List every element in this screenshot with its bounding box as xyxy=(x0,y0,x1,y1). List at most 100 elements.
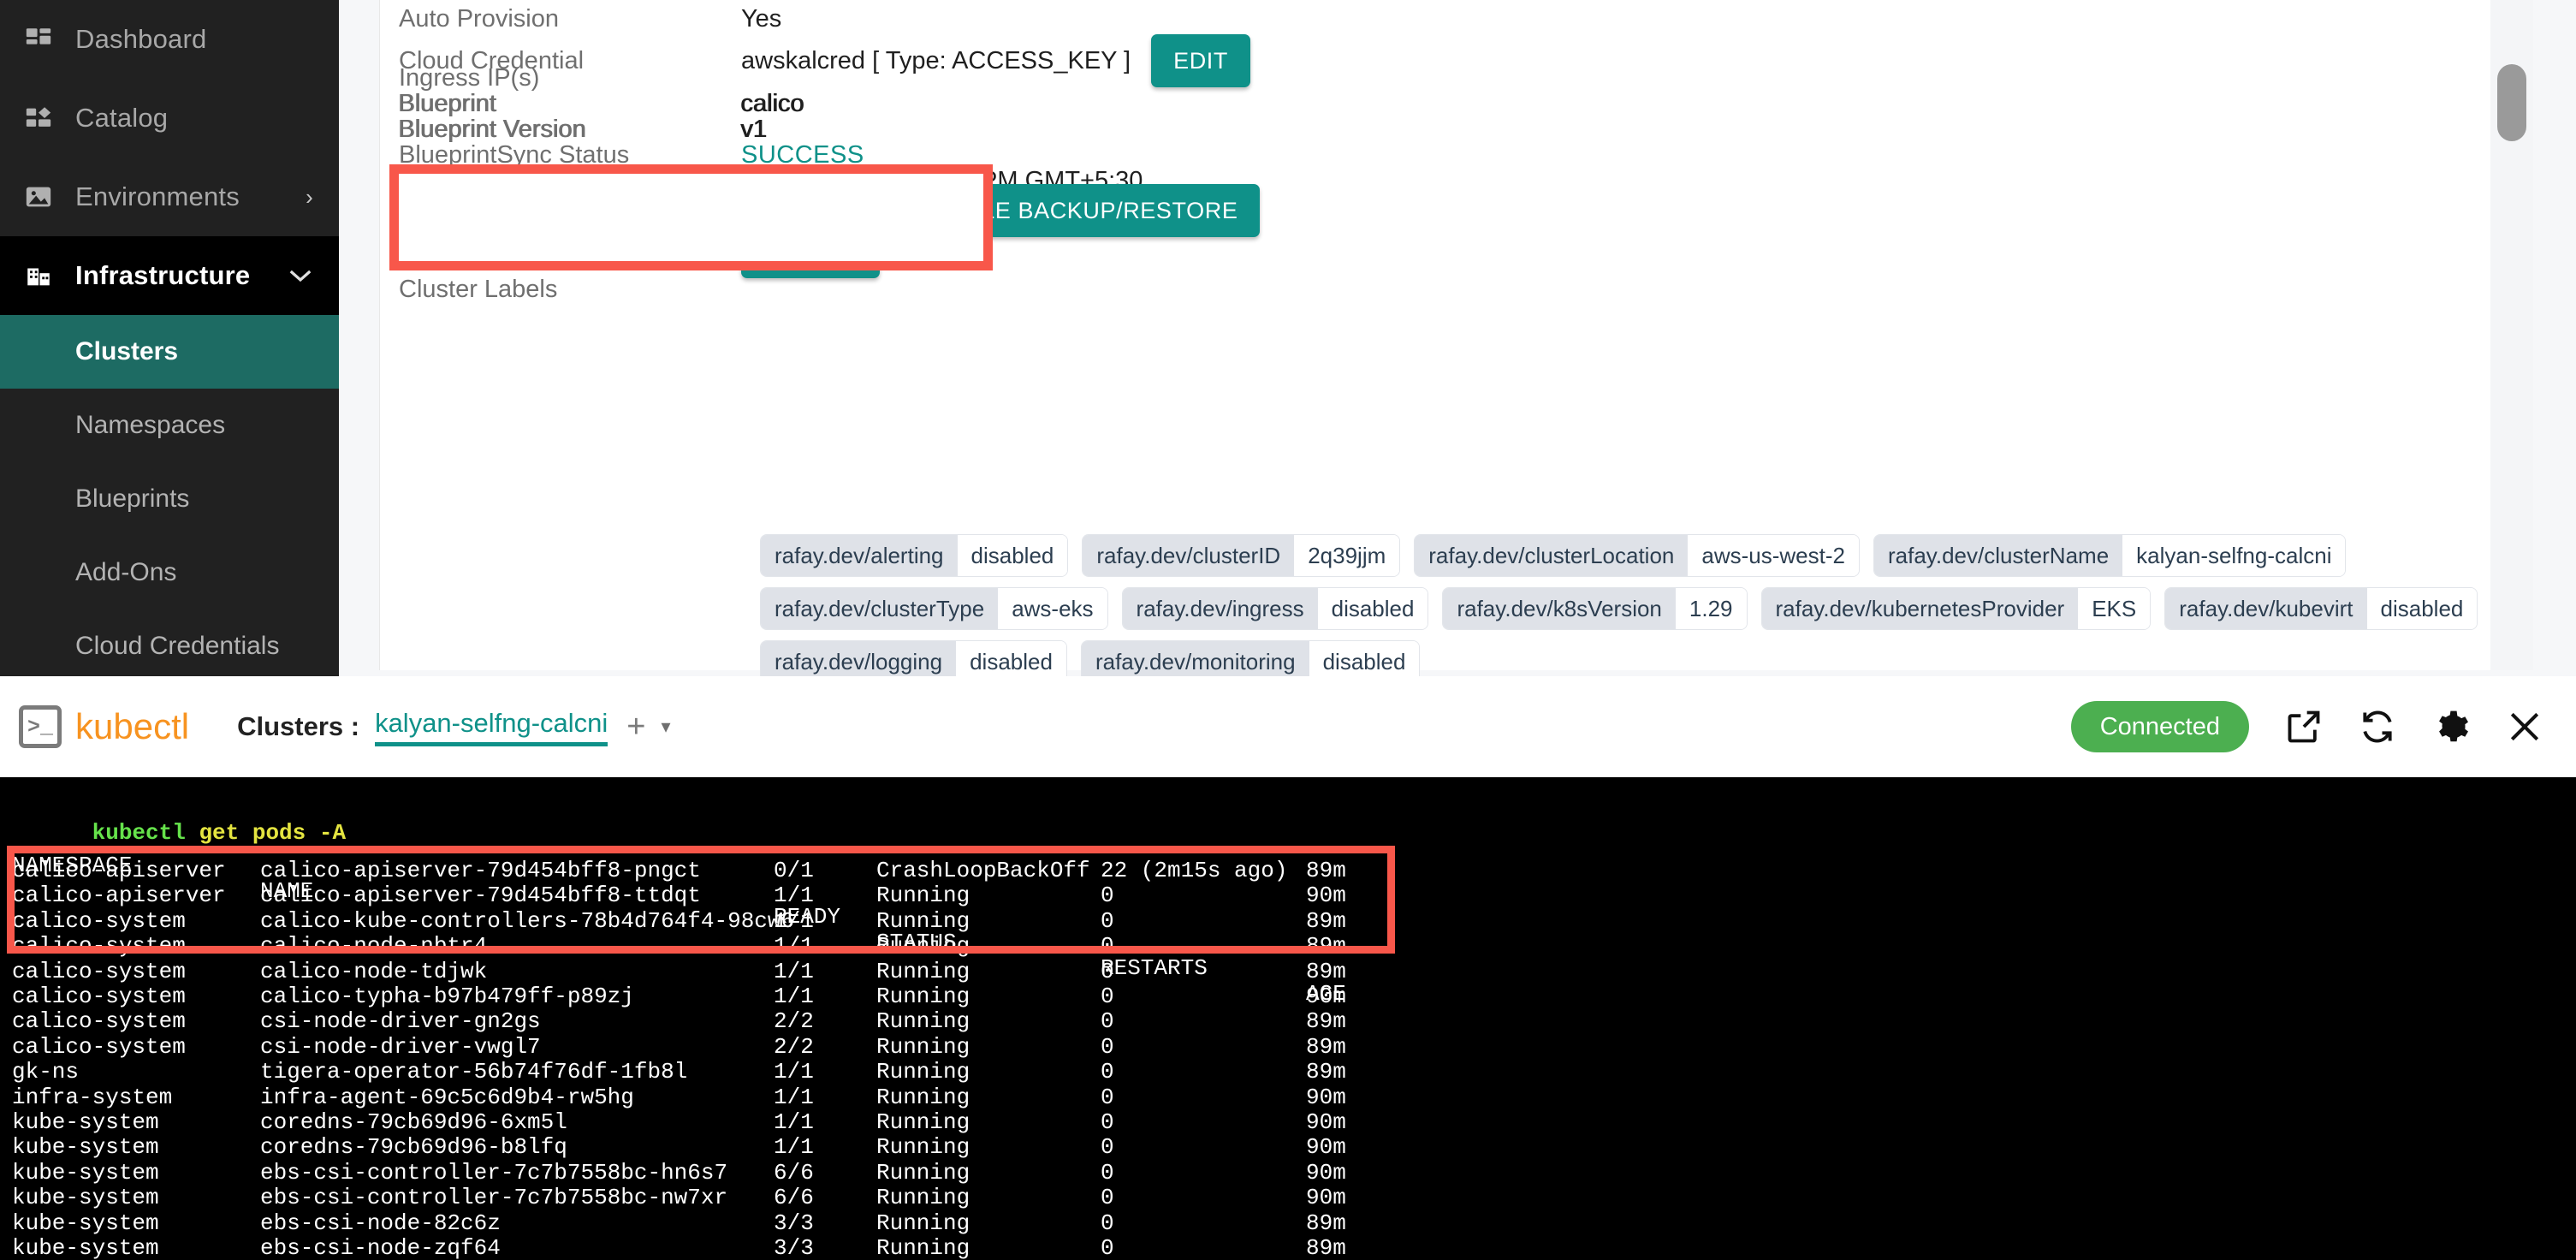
detail-row-blueprintsync-status: BlueprintSync Status SUCCESS xyxy=(399,141,864,169)
cell-status: Running xyxy=(876,883,970,909)
chip-value: disabled xyxy=(1317,588,1428,629)
detail-label: Ingress IP(s) xyxy=(399,64,540,92)
detail-value: calico xyxy=(740,90,804,117)
dashboard-icon xyxy=(24,25,63,54)
cell-age: 89m xyxy=(1306,1033,1346,1060)
vertical-scrollbar[interactable] xyxy=(2490,0,2533,670)
cell-status: CrashLoopBackOff xyxy=(876,858,1090,883)
sidebar-subitem-label: Add-Ons xyxy=(75,558,177,586)
cell-status: Running xyxy=(876,1033,970,1060)
sidebar-item-environments[interactable]: Environments › xyxy=(0,158,339,236)
cell-name: csi-node-driver-gn2gs xyxy=(260,1008,541,1035)
chip-key: rafay.dev/clusterLocation xyxy=(1415,535,1689,576)
cell-restarts: 0 xyxy=(1101,1185,1114,1211)
sidebar-item-infrastructure[interactable]: Infrastructure xyxy=(0,236,339,315)
cell-status: Running xyxy=(876,1059,970,1085)
cell-namespace: gk-ns xyxy=(12,1059,80,1085)
cluster-label-chip: rafay.dev/clusterType aws-eks xyxy=(760,587,1108,630)
gear-icon[interactable] xyxy=(2432,708,2470,746)
cell-name: coredns-79cb69d96-b8lfq xyxy=(260,1134,567,1161)
chip-key: rafay.dev/ingress xyxy=(1122,588,1318,629)
chip-value: kalyan-selfng-calcni xyxy=(2122,535,2346,576)
refresh-icon[interactable] xyxy=(2359,708,2396,746)
cluster-label-chip: rafay.dev/clusterName kalyan-selfng-calcn… xyxy=(1873,534,2347,577)
sidebar-item-blueprints[interactable]: Blueprints xyxy=(0,462,339,536)
sidebar-subitem-label: Cloud Credentials xyxy=(75,632,280,660)
chip-key: rafay.dev/clusterName xyxy=(1873,535,2123,576)
cell-namespace: kube-system xyxy=(12,1159,159,1186)
cell-name: ebs-csi-controller-7c7b7558bc-nw7xr xyxy=(260,1185,728,1211)
detail-label: Auto Provision xyxy=(399,5,559,33)
sidebar-item-clusters[interactable]: Clusters xyxy=(0,315,339,389)
cell-restarts: 0 xyxy=(1101,883,1114,909)
cell-restarts: 0 xyxy=(1101,1059,1114,1085)
cell-age: 89m xyxy=(1306,907,1346,934)
cell-name: calico-apiserver-79d454bff8-ttdqt xyxy=(260,883,701,909)
sidebar-item-dashboard[interactable]: Dashboard xyxy=(0,0,339,79)
cell-age: 89m xyxy=(1306,858,1346,883)
cell-age: 89m xyxy=(1306,1235,1346,1260)
clusters-label: Clusters : xyxy=(237,711,360,741)
detail-label: BlueprintSync Status xyxy=(399,141,630,169)
status-badge-connected[interactable]: Connected xyxy=(2070,701,2249,752)
status-badge: SUCCESS xyxy=(741,141,864,169)
cell-age: 90m xyxy=(1306,883,1346,909)
kubectl-title: kubectl xyxy=(75,706,190,746)
sidebar-item-addons[interactable]: Add-Ons xyxy=(0,536,339,609)
cell-status: Running xyxy=(876,1235,970,1260)
chip-key: rafay.dev/clusterID xyxy=(1083,535,1295,576)
cell-name: calico-typha-b97b479ff-p89zj xyxy=(260,984,634,1009)
detail-row-blueprint-version-overlay: Blueprint Version v1 xyxy=(398,116,767,144)
sidebar-subitem-label: Blueprints xyxy=(75,484,190,513)
chip-value: EKS xyxy=(2078,588,2151,629)
cell-namespace: kube-system xyxy=(12,1209,159,1236)
cell-age: 89m xyxy=(1306,1209,1346,1236)
sidebar-item-namespaces[interactable]: Namespaces xyxy=(0,389,339,462)
external-link-icon[interactable] xyxy=(2285,708,2323,746)
cluster-label-chip: rafay.dev/clusterID 2q39jjm xyxy=(1082,534,1401,577)
chevron-down-icon[interactable]: ▾ xyxy=(662,716,671,738)
cell-namespace: infra-system xyxy=(12,1084,173,1110)
cell-age: 89m xyxy=(1306,1059,1346,1085)
cell-ready: 2/2 xyxy=(774,1008,814,1035)
cell-status: Running xyxy=(876,958,970,984)
cell-ready: 1/1 xyxy=(774,984,814,1009)
kubectl-terminal[interactable]: kubectl get pods -A NAMESPACE NAME READY… xyxy=(0,777,2576,1260)
cell-namespace: kube-system xyxy=(12,1134,159,1161)
edit-cloud-credential-button[interactable]: EDIT xyxy=(1151,34,1250,87)
cell-restarts: 0 xyxy=(1101,1235,1114,1260)
cluster-label-chip: rafay.dev/clusterLocation aws-us-west-2 xyxy=(1414,534,1860,577)
add-cluster-tab-button[interactable]: + xyxy=(626,709,645,746)
cell-restarts: 0 xyxy=(1101,1033,1114,1060)
sidebar-item-cloud-credentials[interactable]: Cloud Credentials xyxy=(0,609,339,683)
cluster-labels-list: rafay.dev/alerting disabled rafay.dev/clus… xyxy=(760,534,2480,683)
cell-namespace: calico-system xyxy=(12,984,186,1009)
cell-namespace: kube-system xyxy=(12,1185,159,1211)
cell-name: ebs-csi-node-82c6z xyxy=(260,1209,501,1236)
cell-ready: 1/1 xyxy=(774,1084,814,1110)
cell-ready: 1/1 xyxy=(774,933,814,960)
active-cluster-tab[interactable]: kalyan-selfng-calcni xyxy=(375,708,608,746)
cell-name: coredns-79cb69d96-6xm5l xyxy=(260,1109,567,1135)
cell-name: calico-apiserver-79d454bff8-pngct xyxy=(260,858,701,883)
cell-status: Running xyxy=(876,907,970,934)
sidebar-item-label: Dashboard xyxy=(75,24,207,54)
sidebar-subitem-label: Clusters xyxy=(75,337,179,366)
detail-row-auto-provision: Auto Provision Yes xyxy=(399,5,781,33)
sidebar-item-catalog[interactable]: Catalog xyxy=(0,79,339,158)
sidebar: Dashboard Catalog Environments › Infrast… xyxy=(0,0,339,676)
cell-age: 89m xyxy=(1306,933,1346,960)
cell-age: 90m xyxy=(1306,1185,1346,1211)
cell-ready: 6/6 xyxy=(774,1185,814,1211)
cell-restarts: 0 xyxy=(1101,1008,1114,1035)
cell-status: Running xyxy=(876,1209,970,1236)
cell-name: infra-agent-69c5c6d9b4-rw5hg xyxy=(260,1084,634,1110)
cell-status: Running xyxy=(876,1185,970,1211)
chip-key: rafay.dev/kubevirt xyxy=(2165,588,2367,629)
close-icon[interactable] xyxy=(2506,708,2543,746)
cell-ready: 1/1 xyxy=(774,1059,814,1085)
cell-restarts: 0 xyxy=(1101,984,1114,1009)
cell-status: Running xyxy=(876,1159,970,1186)
cell-namespace: calico-system xyxy=(12,907,186,934)
scrollbar-thumb[interactable] xyxy=(2497,64,2526,141)
